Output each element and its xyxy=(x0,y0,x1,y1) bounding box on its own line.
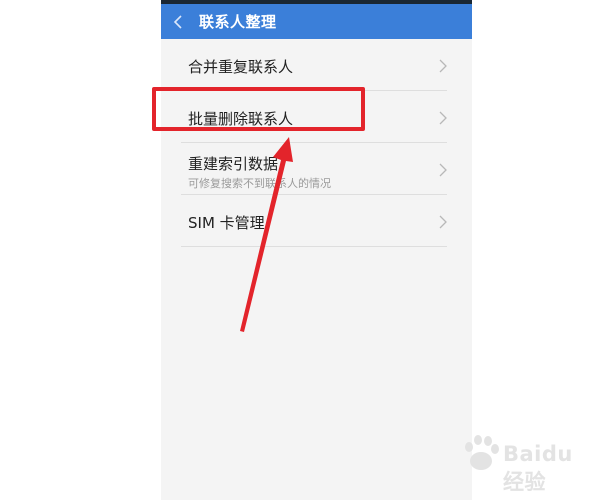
watermark: Baidu 经验 xyxy=(455,432,595,494)
paw-icon xyxy=(465,435,499,470)
list-item-subtitle: 可修复搜索不到联系人的情况 xyxy=(188,177,331,190)
list-item-label: SIM 卡管理 xyxy=(188,214,265,232)
chevron-left-icon[interactable] xyxy=(169,4,191,39)
watermark-text: Baidu 经验 xyxy=(503,442,573,494)
chevron-right-icon xyxy=(439,110,447,125)
phone-screen: 联系人整理 合并重复联系人 批量删除联系人 重建索引数据 可修复搜索不到联系人的… xyxy=(161,0,472,500)
page-title: 联系人整理 xyxy=(199,13,277,31)
app-header: 联系人整理 xyxy=(161,4,472,39)
highlight-box xyxy=(152,87,365,131)
chevron-right-icon xyxy=(439,162,447,177)
list-item-rebuild-index[interactable]: 重建索引数据 可修复搜索不到联系人的情况 xyxy=(181,143,447,195)
list-item-merge-duplicates[interactable]: 合并重复联系人 xyxy=(181,39,447,91)
list-item-label: 合并重复联系人 xyxy=(188,58,294,76)
chevron-right-icon xyxy=(439,58,447,73)
list-item-sim-card[interactable]: SIM 卡管理 xyxy=(181,195,447,247)
list-item-label: 重建索引数据 xyxy=(188,155,279,173)
chevron-right-icon xyxy=(439,214,447,229)
